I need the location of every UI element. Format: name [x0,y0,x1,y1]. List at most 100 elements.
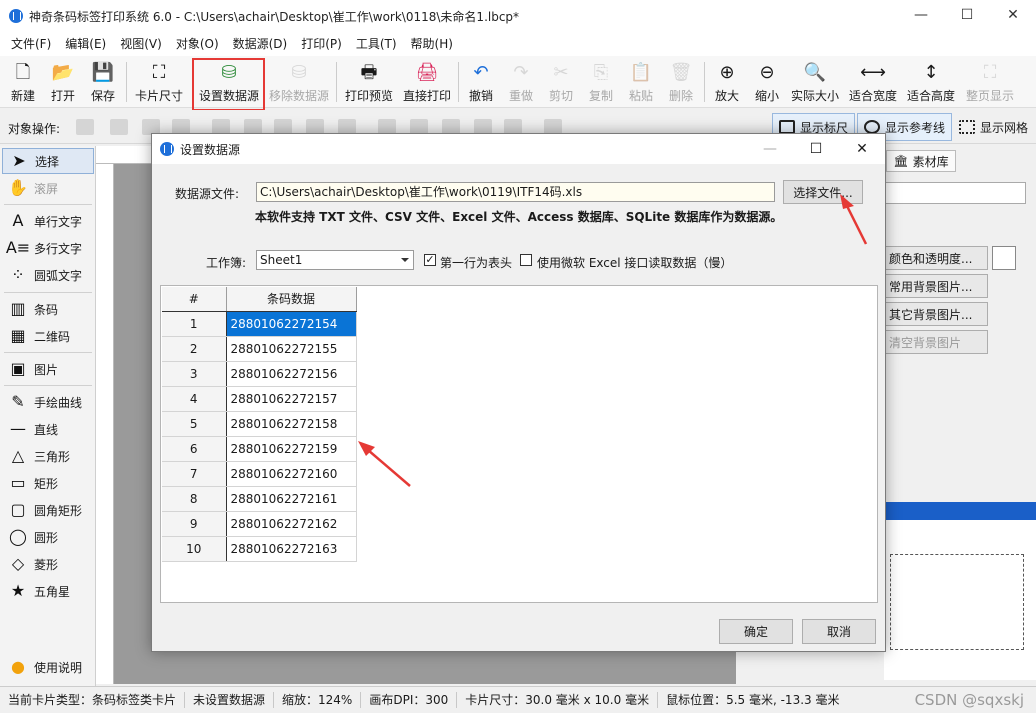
barcode-cell[interactable]: 28801062272163 [226,536,357,562]
menu-bar: 文件(F) 编辑(E) 视图(V) 对象(O) 数据源(D) 打印(P) 工具(… [0,32,1036,56]
color-swatch[interactable] [992,246,1016,270]
table-row[interactable]: 3 28801062272156 [162,361,357,387]
fit-height-button[interactable]: ↕ 适合高度 [904,59,958,105]
ok-button[interactable]: 确定 [719,619,793,644]
table-row[interactable]: 4 28801062272157 [162,386,357,412]
other-bg-image-button[interactable]: 其它背景图片... [884,302,988,326]
barcode-cell[interactable]: 28801062272157 [226,386,357,412]
card-size-button[interactable]: ⛶ 卡片尺寸 [132,59,186,105]
choose-file-button[interactable]: 选择文件... [783,180,863,204]
status-card-type[interactable]: 当前卡片类型：条码标签类卡片 [0,692,186,708]
tool-scroll[interactable]: ✋ 滚屏 [2,175,94,201]
data-preview-grid[interactable]: # 条码数据 1 28801062272154 2 28801062272155 3… [160,285,878,603]
full-page-icon: ⛶ [983,62,997,83]
redo-button[interactable]: ↷ 重做 [504,59,538,105]
zoom-in-icon: ⊕ [719,62,735,83]
table-row[interactable]: 8 28801062272161 [162,486,357,512]
tool-image[interactable]: ▣ 图片 [2,356,94,382]
menu-object[interactable]: 对象(O) [169,32,226,56]
properties-select[interactable] [884,182,1026,204]
zoom-in-button[interactable]: ⊕ 放大 [710,59,744,105]
table-row[interactable]: 7 28801062272160 [162,461,357,487]
barcode-cell[interactable]: 28801062272159 [226,436,357,462]
menu-print[interactable]: 打印(P) [294,32,349,56]
menu-help[interactable]: 帮助(H) [404,32,460,56]
minimize-button[interactable]: — [898,0,944,30]
color-transparency-button[interactable]: 颜色和透明度... [884,246,988,270]
layer-icon[interactable] [76,119,94,135]
undo-button[interactable]: ↶ 撤销 [464,59,498,105]
tool-line[interactable]: — 直线 [2,416,94,442]
dialog-maximize-button[interactable]: ☐ [793,134,839,164]
tool-single-text[interactable]: A 单行文字 [2,208,94,234]
tool-barcode[interactable]: ▥ 条码 [2,296,94,322]
fit-width-button[interactable]: ⟷ 适合宽度 [846,59,900,105]
source-file-input[interactable]: C:\Users\achair\Desktop\崔工作\work\0119\IT… [256,182,775,202]
tool-star[interactable]: ★ 五角星 [2,578,94,604]
table-row[interactable]: 2 28801062272155 [162,336,357,362]
menu-datasource[interactable]: 数据源(D) [226,32,295,56]
paste-button[interactable]: 📋 粘贴 [624,59,658,105]
barcode-cell[interactable]: 28801062272154 [226,311,357,337]
tool-rect[interactable]: ▭ 矩形 [2,470,94,496]
common-bg-image-button[interactable]: 常用背景图片... [884,274,988,298]
tool-freehand[interactable]: ✎ 手绘曲线 [2,389,94,415]
tool-triangle[interactable]: △ 三角形 [2,443,94,469]
tool-select[interactable]: ➤ 选择 [2,148,94,174]
delete-button[interactable]: 🗑 删除 [664,59,698,105]
tool-qrcode[interactable]: ▦ 二维码 [2,323,94,349]
column-header-index[interactable]: # [162,287,227,312]
tab-material-library[interactable]: 🏛 素材库 [886,150,956,172]
cancel-button[interactable]: 取消 [802,619,876,644]
new-button[interactable]: 🗋 新建 [6,59,40,105]
actual-size-button[interactable]: 🔍 实际大小 [788,59,842,105]
menu-view[interactable]: 视图(V) [113,32,169,56]
barcode-cell[interactable]: 28801062272161 [226,486,357,512]
menu-edit[interactable]: 编辑(E) [58,32,113,56]
status-bar: 当前卡片类型：条码标签类卡片 未设置数据源 缩放：124% 画布DPI：300 … [0,686,1036,713]
barcode-cell[interactable]: 28801062272162 [226,511,357,537]
barcode-cell[interactable]: 28801062272155 [226,336,357,362]
copy-button[interactable]: ⎘ 复制 [584,59,618,105]
column-header-barcode[interactable]: 条码数据 [226,287,357,312]
pointer-icon: ➤ [12,151,26,170]
table-row[interactable]: 5 28801062272158 [162,411,357,437]
library-icon: 🏛 [893,154,909,168]
table-row[interactable]: 1 28801062272154 [162,311,357,337]
direct-print-button[interactable]: 🖨 直接打印 [400,59,454,105]
tool-ellipse[interactable]: ◯ 圆形 [2,524,94,550]
print-preview-button[interactable]: 🖶 打印预览 [342,59,396,105]
barcode-cell[interactable]: 28801062272156 [226,361,357,387]
barcode-cell[interactable]: 28801062272160 [226,461,357,487]
help-button[interactable]: ● 使用说明 [2,654,94,680]
cut-button[interactable]: ✂ 剪切 [544,59,578,105]
table-row[interactable]: 9 28801062272162 [162,511,357,537]
table-row[interactable]: 6 28801062272159 [162,436,357,462]
clear-bg-image-button[interactable]: 清空背景图片 [884,330,988,354]
layer-up-icon[interactable] [110,119,128,135]
tool-round-rect[interactable]: ▢ 圆角矩形 [2,497,94,523]
workbook-select[interactable]: Sheet1 [256,250,414,270]
window-title: 神奇条码标签打印系统 6.0 - C:\Users\achair\Desktop… [29,9,520,24]
use-ms-excel-checkbox[interactable] [520,254,532,266]
tools-divider [4,385,92,386]
maximize-button[interactable]: ☐ [944,0,990,30]
remove-datasource-button[interactable]: ⛁ 移除数据源 [266,59,332,105]
first-row-header-checkbox[interactable]: ✓ [424,254,436,266]
save-button[interactable]: 💾 保存 [86,59,120,105]
zoom-out-button[interactable]: ⊖ 缩小 [750,59,784,105]
menu-tools[interactable]: 工具(T) [349,32,404,56]
tool-multi-text[interactable]: A≡ 多行文字 [2,235,94,261]
open-button[interactable]: 📂 打开 [46,59,80,105]
full-page-button[interactable]: ⛶ 整页显示 [962,59,1018,105]
watermark: CSDN @sqxskj [914,691,1024,709]
close-button[interactable]: ✕ [990,0,1036,30]
dialog-minimize-button[interactable]: — [747,134,793,164]
tool-diamond[interactable]: ◇ 菱形 [2,551,94,577]
tool-arc-text[interactable]: ⁘ 圆弧文字 [2,262,94,288]
dialog-close-button[interactable]: ✕ [839,134,885,164]
menu-file[interactable]: 文件(F) [4,32,58,56]
show-grid-toggle[interactable]: 显示网格 [952,113,1035,141]
barcode-cell[interactable]: 28801062272158 [226,411,357,437]
table-row[interactable]: 10 28801062272163 [162,536,357,562]
